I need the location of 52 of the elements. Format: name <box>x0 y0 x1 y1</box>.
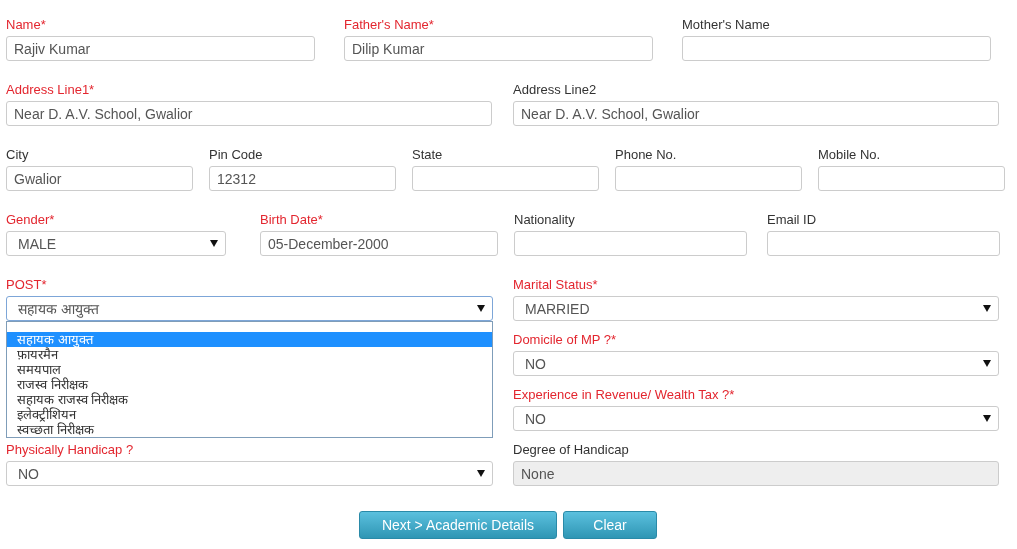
dropdown-option[interactable]: सहायक राजस्व निरीक्षक <box>7 392 492 407</box>
dropdown-option[interactable]: इलेक्ट्रीशियन <box>7 407 492 422</box>
text-field[interactable] <box>615 166 802 191</box>
readonly-field[interactable]: None <box>513 461 999 486</box>
caret-icon <box>477 305 485 312</box>
field-label: City <box>6 147 29 162</box>
field-label: Degree of Handicap <box>513 442 629 457</box>
dropdown-field[interactable]: NO <box>513 406 999 431</box>
caret-icon <box>983 415 991 422</box>
text-field[interactable] <box>412 166 599 191</box>
dropdown-field[interactable]: NO <box>6 461 493 486</box>
text-field[interactable] <box>514 231 747 256</box>
field-label: Experience in Revenue/ Wealth Tax ?* <box>513 387 735 402</box>
caret-icon <box>983 305 991 312</box>
dropdown-field[interactable]: NO <box>513 351 999 376</box>
caret-icon <box>210 240 218 247</box>
dropdown-option[interactable]: समयपाल <box>7 362 492 377</box>
field-label: Birth Date* <box>260 212 323 227</box>
field-label: State <box>412 147 443 162</box>
text-field[interactable]: Near D. A.V. School, Gwalior <box>6 101 492 126</box>
field-label: Marital Status* <box>513 277 598 292</box>
text-field[interactable]: Near D. A.V. School, Gwalior <box>513 101 999 126</box>
field-label: Domicile of MP ?* <box>513 332 617 347</box>
field-label: Physically Handicap ? <box>6 442 134 457</box>
dropdown-field[interactable]: MARRIED <box>513 296 999 321</box>
field-label: Address Line2 <box>513 82 597 97</box>
text-field[interactable] <box>682 36 991 61</box>
field-label: Nationality <box>514 212 575 227</box>
caret-icon <box>477 470 485 477</box>
field-label: Pin Code <box>209 147 263 162</box>
text-field[interactable]: Gwalior <box>6 166 193 191</box>
text-field[interactable]: Dilip Kumar <box>344 36 653 61</box>
text-field[interactable]: Rajiv Kumar <box>6 36 315 61</box>
text-field[interactable]: 05-December-2000 <box>260 231 498 256</box>
dropdown-option[interactable]: स्वच्छता निरीक्षक <box>7 422 492 437</box>
field-label: Father's Name* <box>344 17 434 32</box>
dropdown-field[interactable]: MALE <box>6 231 226 256</box>
field-label: Name* <box>6 17 46 32</box>
caret-icon <box>983 360 991 367</box>
field-label: POST* <box>6 277 47 292</box>
text-field[interactable] <box>818 166 1005 191</box>
field-label: Address Line1* <box>6 82 95 97</box>
field-label: Phone No. <box>615 147 677 162</box>
field-label: Email ID <box>767 212 817 227</box>
field-label: Mother's Name <box>682 17 770 32</box>
dropdown-field[interactable]: सहायक आयुक्त <box>6 296 493 321</box>
field-label: Mobile No. <box>818 147 881 162</box>
field-label: Gender* <box>6 212 55 227</box>
dropdown-option[interactable]: फ़ायरमैन <box>7 347 492 362</box>
dropdown-option[interactable]: राजस्व निरीक्षक <box>7 377 492 392</box>
text-field[interactable]: 12312 <box>209 166 396 191</box>
text-field[interactable] <box>767 231 1000 256</box>
